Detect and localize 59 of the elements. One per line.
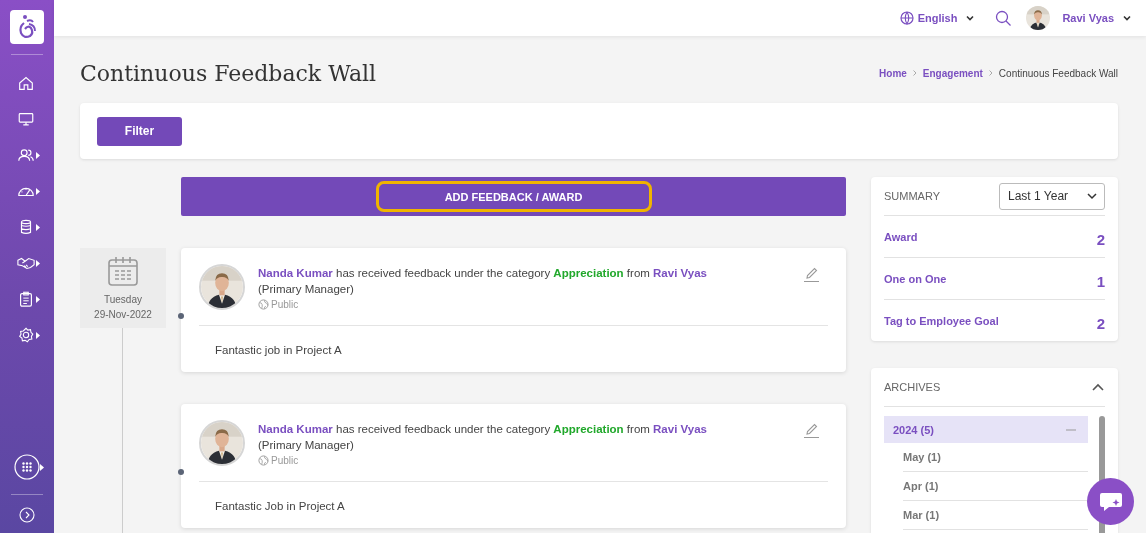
archive-month[interactable]: Apr (1) bbox=[903, 472, 1088, 501]
chevron-icon bbox=[911, 70, 918, 76]
summary-link[interactable]: Award bbox=[884, 230, 918, 243]
caret-icon bbox=[36, 187, 41, 195]
summary-link[interactable]: Tag to Employee Goal bbox=[884, 314, 999, 327]
summary-count: 1 bbox=[1096, 271, 1105, 290]
people-icon[interactable] bbox=[17, 146, 35, 164]
logo[interactable] bbox=[10, 10, 44, 44]
apps-grid-icon[interactable] bbox=[13, 454, 40, 480]
search-icon[interactable] bbox=[995, 9, 1013, 27]
feedback-message: Fantastic Job in Project A bbox=[214, 499, 346, 514]
gear-icon[interactable] bbox=[17, 326, 35, 344]
caret-icon bbox=[36, 223, 41, 231]
user-menu[interactable]: Ravi Vyas bbox=[1062, 12, 1132, 24]
caret-icon bbox=[36, 259, 41, 267]
caret-icon bbox=[36, 151, 41, 159]
archive-month[interactable]: Mar (1) bbox=[903, 501, 1088, 530]
expand-icon[interactable] bbox=[19, 507, 35, 523]
summary-link[interactable]: One on One bbox=[884, 272, 947, 285]
timeline-dot bbox=[178, 313, 184, 319]
panel-title: SUMMARY bbox=[884, 190, 941, 202]
chevron-icon bbox=[987, 70, 994, 76]
feedback-sentence: Nanda Kumar has received feedback under the category Appreciation from Ravi Vyas (Primary Manager) bbox=[258, 266, 708, 297]
globe-icon bbox=[899, 11, 914, 25]
clipboard-icon[interactable] bbox=[17, 290, 35, 308]
day-label: Tuesday bbox=[104, 293, 142, 307]
breadcrumb-link[interactable]: Home bbox=[879, 67, 907, 79]
caret-icon bbox=[36, 295, 41, 303]
chevron-down-icon bbox=[1086, 190, 1098, 202]
chevron-down-icon bbox=[1122, 13, 1132, 23]
feedback-message: Fantastic job in Project A bbox=[214, 343, 343, 358]
feedback-sentence: Nanda Kumar has received feedback under the category Appreciation from Ravi Vyas (Primary Manager) bbox=[258, 422, 708, 453]
breadcrumb-link[interactable]: Engagement bbox=[922, 67, 983, 79]
panel-title: ARCHIVES bbox=[884, 381, 941, 393]
chevron-down-icon bbox=[965, 13, 976, 23]
timeline-dot bbox=[178, 469, 184, 475]
chat-icon bbox=[1098, 490, 1123, 513]
visibility-label: Public bbox=[271, 299, 299, 310]
summary-count: 2 bbox=[1096, 229, 1105, 248]
language-selector[interactable]: English bbox=[899, 11, 976, 25]
archive-month[interactable]: May (1) bbox=[903, 443, 1088, 472]
breadcrumb-link[interactable]: Continuous Feedback Wall bbox=[998, 67, 1118, 79]
archive-year[interactable]: 2024 (5) bbox=[884, 416, 1088, 443]
page-title: Continuous Feedback Wall bbox=[80, 60, 377, 86]
globe-icon bbox=[258, 455, 269, 466]
date-label: 29-Nov-2022 bbox=[94, 308, 152, 322]
period-dropdown[interactable]: Last 1 Year bbox=[999, 182, 1105, 210]
globe-icon bbox=[258, 299, 269, 310]
edit-icon[interactable] bbox=[803, 266, 820, 283]
calendar-icon bbox=[106, 254, 140, 288]
filter-button[interactable]: Filter bbox=[97, 116, 182, 146]
caret-icon bbox=[36, 331, 41, 339]
summary-count: 2 bbox=[1096, 313, 1105, 332]
edit-icon[interactable] bbox=[803, 422, 820, 439]
visibility-label: Public bbox=[271, 455, 299, 466]
caret-icon bbox=[39, 463, 45, 471]
monitor-icon[interactable] bbox=[17, 110, 35, 128]
add-feedback-button[interactable]: ADD FEEDBACK / AWARD bbox=[181, 177, 846, 216]
home-icon[interactable] bbox=[17, 74, 35, 92]
